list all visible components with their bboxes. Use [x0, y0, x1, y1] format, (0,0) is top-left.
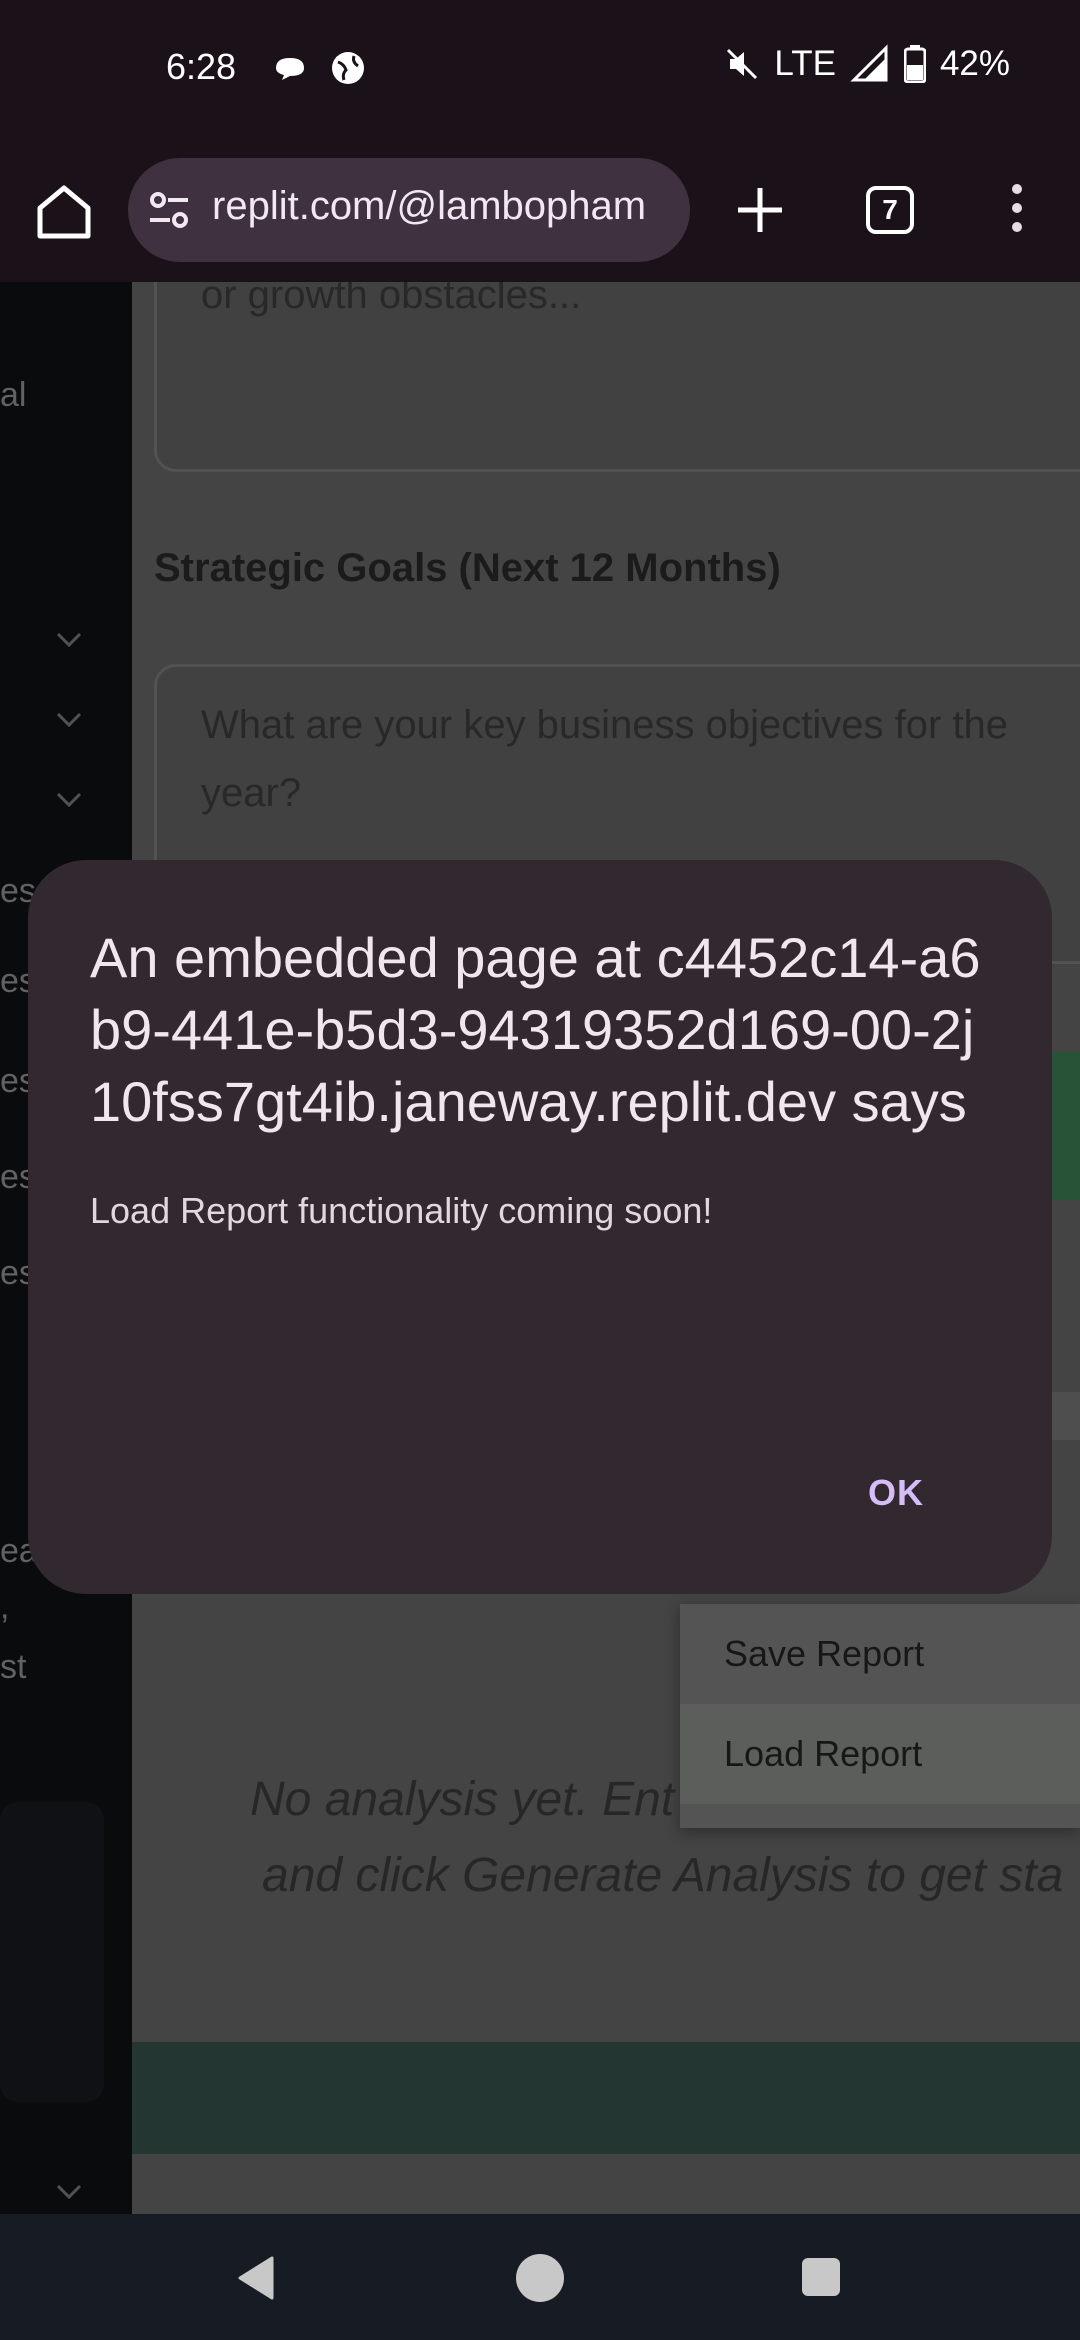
recents-icon[interactable]	[802, 2258, 840, 2296]
browser-toolbar: replit.com/@lambopham 7	[0, 140, 1080, 282]
signal-icon	[850, 44, 888, 82]
mute-icon	[727, 48, 758, 80]
url-text[interactable]: replit.com/@lambopham	[212, 184, 682, 229]
home-nav-icon[interactable]	[516, 2254, 564, 2302]
status-bar: 6:28 LTE 42%	[0, 0, 1080, 140]
ok-button[interactable]: OK	[868, 1472, 924, 1514]
dialog-title: An embedded page at c4452c14-a6b9-441e-b…	[90, 926, 981, 1133]
new-tab-icon[interactable]	[730, 174, 790, 246]
system-nav-bar	[0, 2214, 1080, 2340]
overflow-menu-icon[interactable]	[1000, 184, 1034, 240]
home-icon[interactable]	[30, 178, 98, 246]
alert-dialog: An embedded page at c4452c14-a6b9-441e-b…	[28, 860, 1052, 1594]
back-icon[interactable]	[236, 2256, 276, 2300]
status-time: 6:28	[166, 46, 237, 87]
battery-icon	[903, 45, 926, 83]
dialog-message: Load Report functionality coming soon!	[90, 1190, 713, 1231]
globe-icon	[332, 52, 364, 84]
site-settings-icon[interactable]	[148, 190, 190, 230]
address-bar[interactable]: replit.com/@lambopham	[128, 158, 690, 262]
status-right: LTE 42%	[724, 44, 1010, 84]
battery-level: 42%	[939, 44, 1010, 83]
tab-switcher-button[interactable]: 7	[866, 186, 914, 234]
cloud-chat-icon	[276, 58, 304, 80]
network-type: LTE	[774, 44, 836, 83]
